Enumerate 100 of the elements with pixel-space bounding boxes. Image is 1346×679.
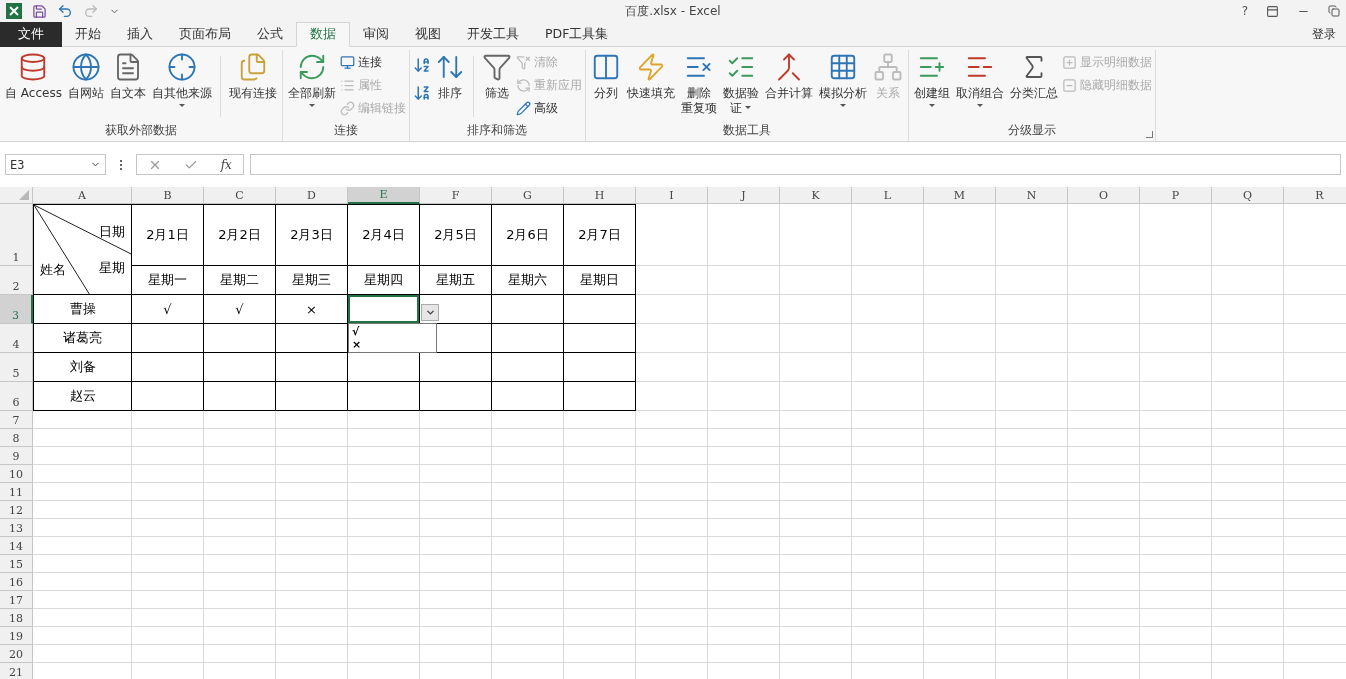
ribbon-button[interactable]: 高级: [515, 98, 582, 118]
ribbon-button[interactable]: 自网站: [65, 50, 106, 121]
row-header[interactable]: 17: [0, 591, 33, 609]
list-option[interactable]: √: [352, 325, 433, 338]
row-header[interactable]: 1: [0, 204, 33, 266]
row-header[interactable]: 13: [0, 519, 33, 537]
insert-function-button[interactable]: fx: [220, 157, 232, 172]
row-header[interactable]: 20: [0, 645, 33, 663]
ribbon-tab[interactable]: 页面布局: [166, 22, 244, 47]
row-header[interactable]: 2: [0, 266, 33, 295]
help-button[interactable]: ?: [1241, 4, 1248, 18]
ribbon-button[interactable]: 连接: [339, 52, 406, 72]
ribbon-tab[interactable]: 审阅: [350, 22, 402, 47]
column-header[interactable]: N: [996, 187, 1068, 204]
column-header[interactable]: A: [33, 187, 132, 204]
restore-icon[interactable]: [1328, 5, 1340, 17]
ribbon-tab[interactable]: 开始: [62, 22, 114, 47]
dropdown-button[interactable]: [421, 304, 439, 321]
row-header[interactable]: 14: [0, 537, 33, 555]
column-header[interactable]: K: [780, 187, 852, 204]
table-cell: [636, 645, 708, 663]
row-header[interactable]: 8: [0, 429, 33, 447]
ribbon-button[interactable]: 分类汇总: [1007, 50, 1060, 121]
column-header[interactable]: E: [348, 187, 420, 204]
formula-input[interactable]: [250, 154, 1341, 175]
table-cell: [780, 483, 852, 501]
row-header[interactable]: 16: [0, 573, 33, 591]
row-header[interactable]: 19: [0, 627, 33, 645]
save-icon[interactable]: [32, 3, 47, 19]
table-cell: [852, 382, 924, 411]
file-tab[interactable]: 文件: [0, 22, 62, 47]
column-header[interactable]: B: [132, 187, 204, 204]
ribbon-button[interactable]: 模拟分析: [816, 50, 869, 121]
ribbon-tab[interactable]: 公式: [244, 22, 296, 47]
table-cell: [852, 609, 924, 627]
row-header[interactable]: 11: [0, 483, 33, 501]
column-header[interactable]: D: [276, 187, 348, 204]
row-header[interactable]: 9: [0, 447, 33, 465]
column-header[interactable]: O: [1068, 187, 1140, 204]
row-header[interactable]: 10: [0, 465, 33, 483]
table-cell: [492, 555, 564, 573]
row-header[interactable]: 7: [0, 411, 33, 429]
column-header[interactable]: L: [852, 187, 924, 204]
table-cell: [1212, 266, 1284, 295]
ribbon-button[interactable]: 筛选: [479, 50, 514, 121]
table-cell: [1140, 645, 1212, 663]
ribbon-tab[interactable]: PDF工具集: [532, 22, 622, 47]
row-header[interactable]: 21: [0, 663, 33, 679]
ribbon-button[interactable]: 数据验 证: [720, 50, 761, 121]
ribbon-tab[interactable]: 数据: [296, 22, 350, 47]
row-header[interactable]: 12: [0, 501, 33, 519]
refresh-icon: [515, 77, 531, 93]
table-cell: [564, 447, 636, 465]
table-cell: [708, 429, 780, 447]
ribbon-button[interactable]: 自文本: [107, 50, 148, 121]
ribbon-button[interactable]: 自 Access: [3, 50, 64, 121]
row-header[interactable]: 6: [0, 382, 33, 411]
table-cell: [492, 447, 564, 465]
ribbon-tab[interactable]: 开发工具: [454, 22, 532, 47]
ribbon-button[interactable]: 排序: [432, 50, 467, 121]
ribbon-button[interactable]: 快速填充: [624, 50, 677, 121]
column-header[interactable]: Q: [1212, 187, 1284, 204]
column-header[interactable]: C: [204, 187, 276, 204]
ribbon-button[interactable]: 全部刷新: [285, 50, 338, 121]
column-header[interactable]: J: [708, 187, 780, 204]
ribbon-button[interactable]: 分列: [588, 50, 623, 121]
undo-icon[interactable]: [57, 3, 73, 19]
row-header[interactable]: 15: [0, 555, 33, 573]
table-cell: [1212, 573, 1284, 591]
ribbon-display-icon[interactable]: [1266, 4, 1279, 18]
ribbon-button[interactable]: 自其他来源: [149, 50, 214, 121]
column-header[interactable]: P: [1140, 187, 1212, 204]
ribbon-tab[interactable]: 视图: [402, 22, 454, 47]
ribbon-tab[interactable]: 插入: [114, 22, 166, 47]
ribbon-button[interactable]: 删除 重复项: [678, 50, 719, 121]
sort-ascending-button[interactable]: [412, 56, 431, 74]
column-header[interactable]: G: [492, 187, 564, 204]
column-header[interactable]: H: [564, 187, 636, 204]
column-header[interactable]: M: [924, 187, 996, 204]
row-header[interactable]: 18: [0, 609, 33, 627]
sign-in-link[interactable]: 登录: [1302, 22, 1346, 46]
name-box[interactable]: E3: [5, 154, 106, 175]
row-header[interactable]: 5: [0, 353, 33, 382]
row-header[interactable]: 4: [0, 324, 33, 353]
group-label: 排序和筛选: [467, 122, 528, 139]
table-cell: [780, 465, 852, 483]
header-label: 姓名: [40, 261, 66, 279]
ribbon-button[interactable]: 现有连接: [226, 50, 279, 121]
dialog-launcher-icon[interactable]: [1145, 131, 1153, 138]
column-header[interactable]: R: [1284, 187, 1346, 204]
column-header[interactable]: I: [636, 187, 708, 204]
table-cell: [348, 519, 420, 537]
sort-descending-button[interactable]: [412, 84, 431, 102]
ribbon-button[interactable]: 创建组: [911, 50, 952, 121]
list-option[interactable]: ×: [352, 338, 433, 351]
ribbon-button[interactable]: 取消组合: [953, 50, 1006, 121]
ribbon-button[interactable]: 合并计算: [762, 50, 815, 121]
row-header[interactable]: 3: [0, 295, 33, 324]
table-cell: [564, 483, 636, 501]
column-header[interactable]: F: [420, 187, 492, 204]
